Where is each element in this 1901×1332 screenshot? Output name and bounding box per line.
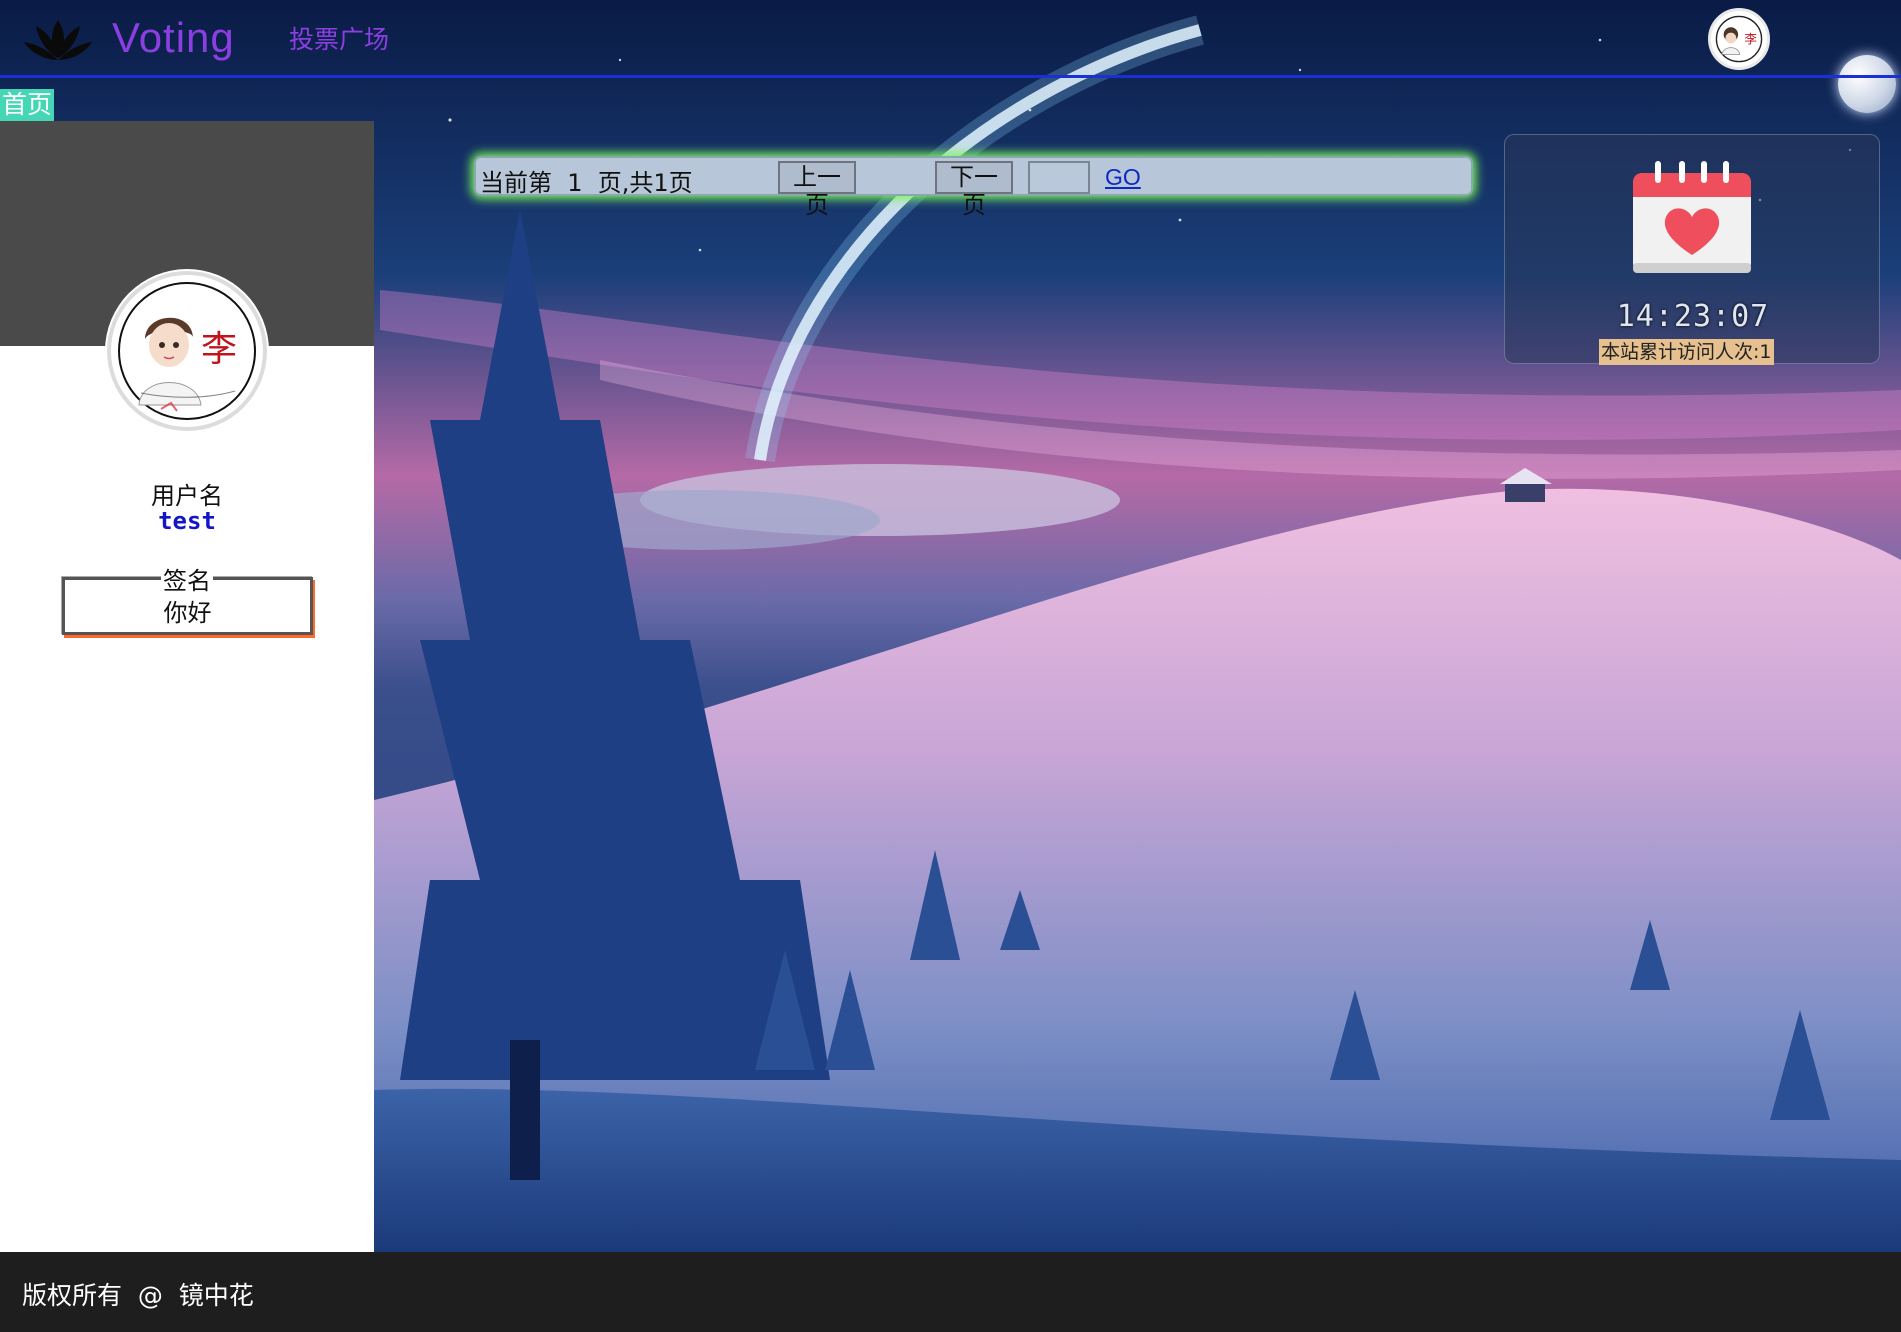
pagination-bar: 当前第 1 页,共1页 上一页 下一页 GO bbox=[474, 156, 1473, 219]
brand-title[interactable]: Voting bbox=[112, 14, 235, 62]
header-avatar[interactable]: 李 bbox=[1708, 8, 1770, 70]
copyright-text: 版权所有 @ 镜中花 bbox=[22, 1281, 254, 1310]
breadcrumb-home-link[interactable]: 首页 bbox=[0, 89, 55, 121]
go-page-link[interactable]: GO bbox=[1105, 164, 1141, 191]
avatar-portrait-icon: 李 bbox=[118, 282, 256, 420]
profile-avatar[interactable]: 李 bbox=[107, 271, 267, 431]
next-page-button[interactable]: 下一页 bbox=[935, 161, 1013, 219]
signature-label: 签名 bbox=[0, 561, 374, 596]
username-value: test bbox=[158, 507, 216, 535]
prev-page-button[interactable]: 上一页 bbox=[778, 161, 856, 219]
lotus-logo-icon bbox=[24, 20, 92, 60]
top-header: Voting 投票广场 李 bbox=[0, 0, 1901, 113]
profile-panel: 李 用户名 test 签名 你好 bbox=[0, 121, 374, 1252]
page-info: 当前第 1 页,共1页 bbox=[480, 169, 693, 197]
header-divider bbox=[0, 75, 1901, 78]
clock-time: 14:23:07 bbox=[1616, 299, 1770, 334]
username-label: 用户名 bbox=[151, 482, 223, 510]
avatar-glyph: 李 bbox=[1744, 32, 1757, 47]
clock-widget: 14:23:07 本站累计访问人次:1 bbox=[1504, 134, 1880, 365]
avatar-glyph: 李 bbox=[201, 329, 237, 370]
calendar-heart-icon bbox=[1633, 161, 1751, 273]
signature-label-text: 签名 bbox=[161, 567, 213, 595]
signature-value: 你好 bbox=[163, 599, 212, 627]
nav-vote-square-link[interactable]: 投票广场 bbox=[289, 20, 389, 56]
visit-counter: 本站累计访问人次:1 bbox=[1599, 339, 1774, 365]
moon-decoration bbox=[1838, 55, 1896, 113]
page-footer: 版权所有 @ 镜中花 bbox=[0, 1252, 1901, 1332]
page-number-input[interactable] bbox=[1028, 161, 1090, 194]
avatar-portrait-icon: 李 bbox=[1715, 15, 1763, 63]
